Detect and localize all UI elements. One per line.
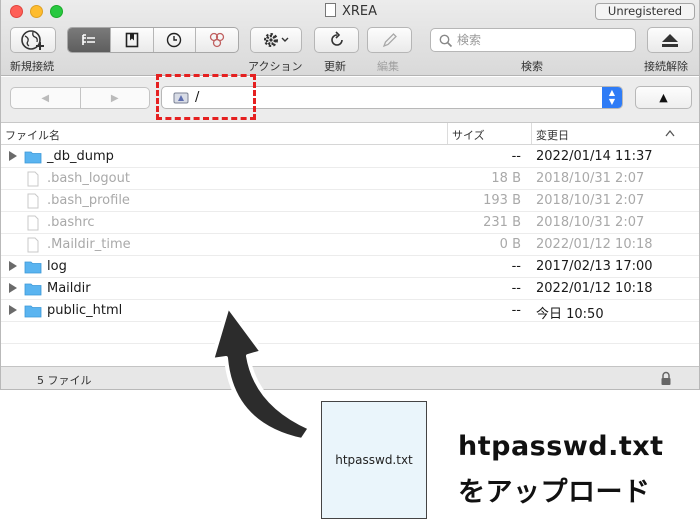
document-icon: [27, 193, 39, 209]
path-bar: ◀ ▶ / ▲ ▼ ▲: [1, 77, 699, 123]
table-row[interactable]: Maildir -- 2022/01/12 10:18: [1, 278, 699, 300]
status-bar: 5 ファイル: [1, 366, 699, 389]
folder-icon: [24, 151, 42, 164]
refresh-icon: [330, 31, 343, 46]
column-name[interactable]: ファイル名: [5, 127, 60, 143]
document-icon: [27, 171, 39, 187]
upload-file-card: htpasswd.txt: [321, 401, 427, 519]
document-icon: [27, 237, 39, 253]
disclosure-triangle-icon[interactable]: [9, 261, 17, 271]
disclosure-triangle-icon[interactable]: [9, 305, 17, 315]
unregistered-badge[interactable]: Unregistered: [595, 3, 695, 20]
column-size[interactable]: サイズ: [452, 127, 485, 143]
view-mode-segment: [67, 27, 239, 53]
refresh-button[interactable]: [314, 27, 359, 53]
path-popup-stepper[interactable]: ▲ ▼: [602, 87, 622, 108]
table-row[interactable]: .bashrc 231 B 2018/10/31 2:07: [1, 212, 699, 234]
new-connection-label: 新規接続: [10, 60, 54, 73]
upload-file-name: htpasswd.txt: [335, 453, 413, 467]
document-icon: [324, 3, 336, 17]
forward-button[interactable]: ▶: [79, 88, 150, 108]
outline-view-tab[interactable]: [68, 28, 110, 52]
history-navigation: ◀ ▶: [10, 87, 150, 109]
globe-plus-icon: [21, 30, 44, 50]
pencil-icon: [382, 33, 397, 48]
history-tab[interactable]: [152, 28, 196, 52]
folder-icon: [24, 283, 42, 296]
file-list: _db_dump -- 2022/01/14 11:37 .bash_logou…: [1, 146, 699, 344]
table-row[interactable]: public_html -- 今日 10:50: [1, 300, 699, 322]
column-modified[interactable]: 変更日: [536, 127, 569, 143]
caption-line-1: htpasswd.txt: [458, 431, 664, 462]
upload-caption: htpasswd.txt をアップロード: [458, 424, 664, 516]
lock-icon: [661, 371, 671, 385]
bookmark-book-icon: [125, 32, 138, 48]
file-count: 5 ファイル: [37, 374, 92, 387]
sort-ascending-icon: [665, 129, 675, 137]
folder-icon: [24, 305, 42, 318]
action-label: アクション: [248, 60, 303, 73]
bookmarks-tab[interactable]: [109, 28, 153, 52]
table-row[interactable]: .Maildir_time 0 B 2022/01/12 10:18: [1, 234, 699, 256]
action-menu-button[interactable]: [250, 27, 302, 53]
ftp-window: XREA Unregistered 検索 新規接続 アクション 更新 編集 検索…: [0, 0, 700, 390]
outline-list-icon: [82, 34, 95, 45]
back-button[interactable]: ◀: [11, 88, 80, 108]
upload-arrow-icon: [210, 304, 312, 442]
edit-button[interactable]: [367, 27, 412, 53]
table-row[interactable]: log -- 2017/02/13 17:00: [1, 256, 699, 278]
clock-icon: [167, 32, 182, 48]
document-icon: [27, 215, 39, 231]
path-highlight-box: [156, 74, 256, 120]
bonjour-icon: [209, 32, 225, 48]
parent-folder-button[interactable]: ▲: [635, 86, 692, 109]
edit-label: 編集: [377, 60, 399, 73]
eject-icon: [662, 34, 678, 47]
table-row[interactable]: .bash_profile 193 B 2018/10/31 2:07: [1, 190, 699, 212]
refresh-label: 更新: [324, 60, 346, 73]
search-input[interactable]: 検索: [430, 28, 636, 52]
title-toolbar: XREA Unregistered 検索 新規接続 アクション 更新 編集 検索…: [1, 0, 699, 76]
folder-icon: [24, 261, 42, 274]
search-icon: [439, 34, 453, 48]
disclosure-triangle-icon[interactable]: [9, 283, 17, 293]
table-row[interactable]: .bash_logout 18 B 2018/10/31 2:07: [1, 168, 699, 190]
disconnect-label: 接続解除: [644, 60, 688, 73]
caption-line-2: をアップロード: [458, 477, 651, 508]
gear-icon: [264, 33, 289, 47]
bonjour-tab[interactable]: [195, 28, 238, 52]
empty-row: [1, 322, 699, 344]
new-connection-button[interactable]: [10, 27, 56, 53]
table-row[interactable]: _db_dump -- 2022/01/14 11:37: [1, 146, 699, 168]
search-label: 検索: [521, 60, 543, 73]
file-list-header: ファイル名 サイズ 変更日: [1, 123, 699, 145]
disclosure-triangle-icon[interactable]: [9, 151, 17, 161]
disconnect-button[interactable]: [647, 27, 693, 53]
